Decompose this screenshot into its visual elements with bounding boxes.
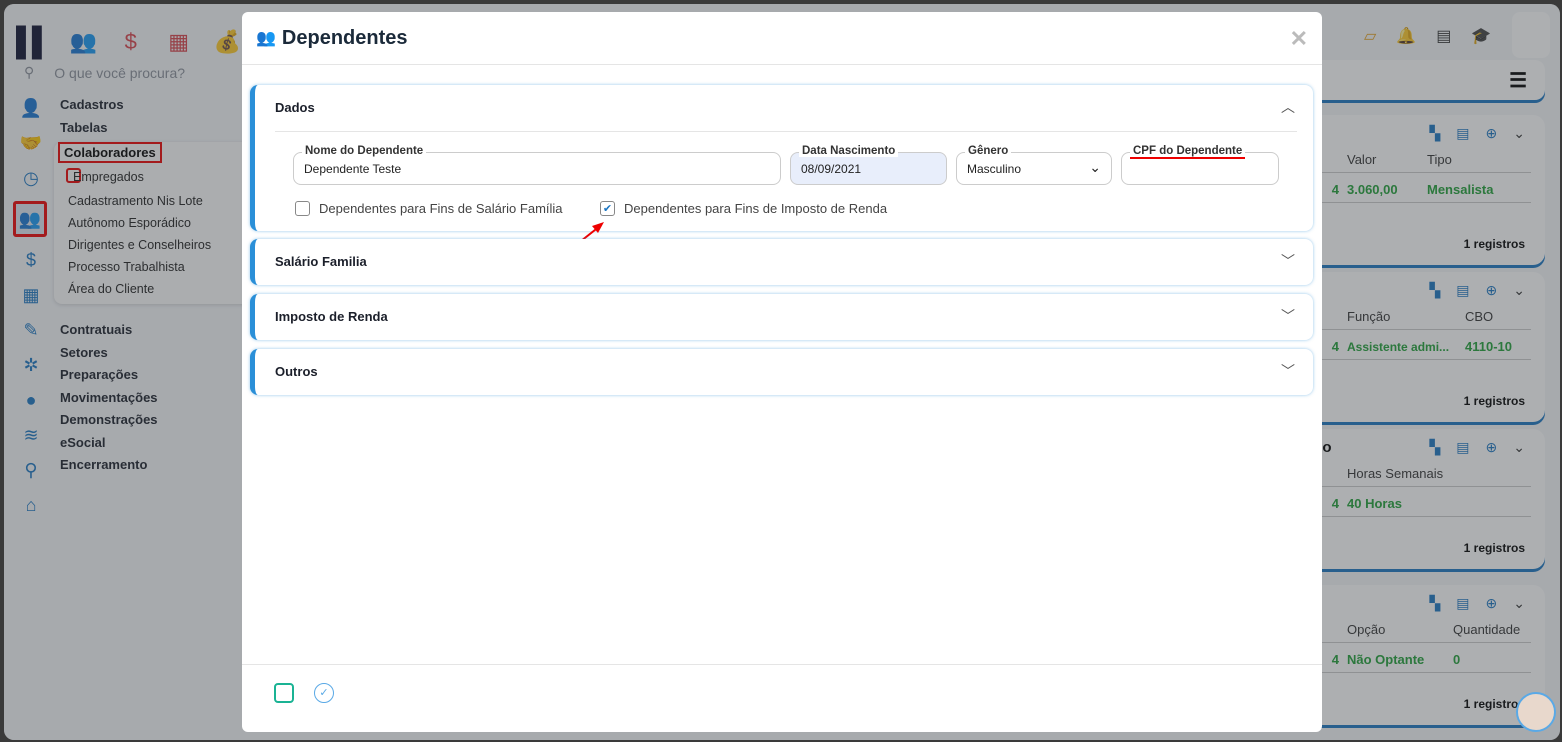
confirm-icon[interactable]: ✓ (314, 683, 334, 703)
modal-header: 👥 Dependentes (242, 12, 1322, 65)
close-icon[interactable]: ✕ (1290, 26, 1308, 52)
data-nascimento-field[interactable]: Data Nascimento 08/09/2021 (790, 145, 947, 185)
salario-familia-checkbox[interactable]: Dependentes para Fins de Salário Família (295, 201, 563, 216)
field-label: Nome do Dependente (302, 145, 427, 157)
modal-title: Dependentes (281, 26, 408, 49)
save-icon[interactable] (274, 683, 294, 703)
section-salario-familia[interactable]: Salário Familia ﹀ (250, 239, 1313, 285)
imposto-renda-checkbox[interactable]: ✔ Dependentes para Fins de Imposto de Ren… (600, 201, 887, 216)
modal-footer: ✓ (242, 664, 1322, 732)
people-icon: 👥 (256, 30, 276, 47)
field-value[interactable]: Dependente Teste (304, 162, 401, 176)
nome-dependente-field[interactable]: Nome do Dependente Dependente Teste (293, 145, 781, 185)
field-label: CPF do Dependente (1130, 145, 1246, 159)
section-outros[interactable]: Outros ﹀ (250, 349, 1313, 395)
field-label: Data Nascimento (799, 145, 899, 157)
field-value[interactable]: Masculino (967, 162, 1021, 176)
checkbox-label[interactable]: Dependentes para Fins de Imposto de Rend… (624, 201, 887, 216)
field-label: Gênero (965, 145, 1012, 157)
checkbox-label[interactable]: Dependentes para Fins de Salário Família (319, 201, 563, 216)
section-title[interactable]: Salário Familia (275, 254, 367, 269)
dependentes-modal: 👥 Dependentes ✕ Dados ︿ Nome do Dependen… (242, 12, 1322, 732)
section-imposto-renda[interactable]: Imposto de Renda ﹀ (250, 294, 1313, 340)
genero-select[interactable]: Gênero Masculino ⌄ (956, 145, 1112, 185)
cpf-dependente-field[interactable]: CPF do Dependente (1121, 145, 1279, 185)
chevron-down-icon[interactable]: ﹀ (1281, 361, 1295, 381)
section-title[interactable]: Imposto de Renda (275, 309, 388, 324)
chevron-down-icon[interactable]: ⌄ (1089, 159, 1101, 176)
chevron-down-icon[interactable]: ﹀ (1281, 306, 1295, 326)
section-title[interactable]: Outros (275, 364, 318, 379)
checkbox[interactable] (295, 201, 310, 216)
field-value[interactable]: 08/09/2021 (801, 162, 861, 176)
section-dados: Dados ︿ Nome do Dependente Dependente Tes… (250, 85, 1313, 231)
assistant-avatar[interactable] (1516, 692, 1556, 732)
chevron-up-icon[interactable]: ︿ (1281, 97, 1295, 117)
section-title[interactable]: Dados (275, 100, 315, 115)
chevron-down-icon[interactable]: ﹀ (1281, 251, 1295, 271)
checkbox-checked[interactable]: ✔ (600, 201, 615, 216)
